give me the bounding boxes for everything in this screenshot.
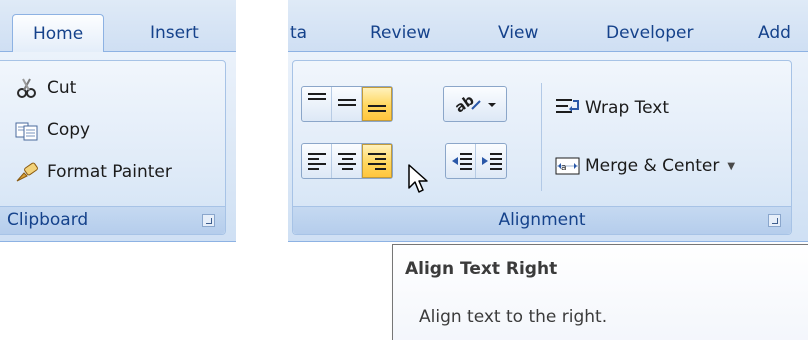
increase-indent-button[interactable] — [476, 144, 506, 178]
wrap-text-button[interactable]: Wrap Text — [555, 97, 669, 119]
indent-buttons — [445, 143, 507, 179]
align-top-button[interactable] — [302, 87, 332, 121]
left-ribbon-body: Cut Copy Format Painter Clipboard — [0, 52, 236, 242]
tooltip-title: Align Text Right — [405, 259, 558, 279]
tooltip-description: Align text to the right. — [419, 307, 608, 327]
svg-text:ab: ab — [452, 93, 477, 115]
format-painter-button[interactable]: Format Painter — [15, 159, 172, 185]
left-ribbon-panel: Home Insert Cut Copy Format Painter Clip… — [0, 0, 236, 242]
tab-data[interactable]: ta — [290, 14, 307, 52]
align-top-icon — [308, 93, 326, 103]
copy-icon — [15, 119, 39, 141]
copy-button[interactable]: Copy — [15, 117, 90, 143]
cut-label: Cut — [47, 78, 77, 98]
alignment-dialog-launcher-icon[interactable] — [768, 214, 781, 227]
align-text-right-icon — [368, 153, 386, 173]
tab-view[interactable]: View — [498, 14, 538, 52]
center-text-button[interactable] — [332, 144, 362, 178]
tab-review[interactable]: Review — [370, 14, 431, 52]
right-ribbon-panel: ta Review View Developer Add ab Wrap Tex… — [288, 0, 808, 242]
tab-add-ins[interactable]: Add — [758, 14, 791, 52]
chevron-down-icon[interactable]: ▼ — [727, 161, 735, 172]
merge-center-button[interactable]: a Merge & Center ▼ — [555, 155, 735, 177]
svg-text:a: a — [561, 163, 567, 173]
mouse-cursor-icon — [408, 164, 430, 200]
decrease-indent-icon — [451, 151, 473, 177]
align-middle-icon — [338, 99, 356, 109]
paintbrush-icon — [15, 161, 39, 183]
format-painter-label: Format Painter — [47, 162, 172, 182]
text-orientation-icon: ab — [452, 92, 498, 119]
horizontal-align-buttons — [301, 143, 393, 179]
align-text-left-icon — [308, 153, 326, 173]
vertical-align-buttons — [301, 86, 393, 122]
center-text-icon — [338, 153, 356, 173]
alignment-caption-bar: Alignment — [293, 206, 791, 234]
merge-center-icon: a — [555, 155, 581, 177]
clipboard-dialog-launcher-icon[interactable] — [202, 214, 215, 227]
align-bottom-button[interactable] — [362, 87, 392, 121]
align-bottom-icon — [368, 105, 386, 115]
increase-indent-icon — [481, 151, 503, 177]
orientation-button-face[interactable]: ab — [444, 87, 506, 121]
right-ribbon-body: ab Wrap Text a Merge & Center ▼ Alignmen… — [288, 52, 808, 242]
right-tab-strip: ta Review View Developer Add — [288, 0, 808, 52]
tooltip: Align Text Right Align text to the right… — [392, 244, 808, 340]
decrease-indent-button[interactable] — [446, 144, 476, 178]
alignment-group: ab Wrap Text a Merge & Center ▼ Alignmen… — [292, 60, 792, 235]
align-text-left-button[interactable] — [302, 144, 332, 178]
tab-home[interactable]: Home — [12, 14, 105, 53]
merge-center-label: Merge & Center — [585, 156, 720, 176]
clipboard-group: Cut Copy Format Painter Clipboard — [0, 60, 226, 235]
align-text-right-button[interactable] — [362, 144, 392, 178]
group-separator — [541, 83, 542, 191]
left-tab-strip: Home Insert — [0, 0, 236, 53]
clipboard-caption: Clipboard — [7, 210, 89, 230]
align-middle-button[interactable] — [332, 87, 362, 121]
cut-button[interactable]: Cut — [15, 75, 76, 101]
copy-label: Copy — [47, 120, 91, 140]
alignment-caption: Alignment — [498, 210, 586, 230]
orientation-button[interactable]: ab — [443, 86, 507, 122]
wrap-text-icon — [555, 97, 581, 119]
scissors-icon — [15, 77, 39, 99]
wrap-text-label: Wrap Text — [585, 98, 670, 118]
clipboard-caption-bar: Clipboard — [0, 206, 225, 234]
tab-insert[interactable]: Insert — [150, 14, 199, 52]
tab-developer[interactable]: Developer — [606, 14, 693, 52]
